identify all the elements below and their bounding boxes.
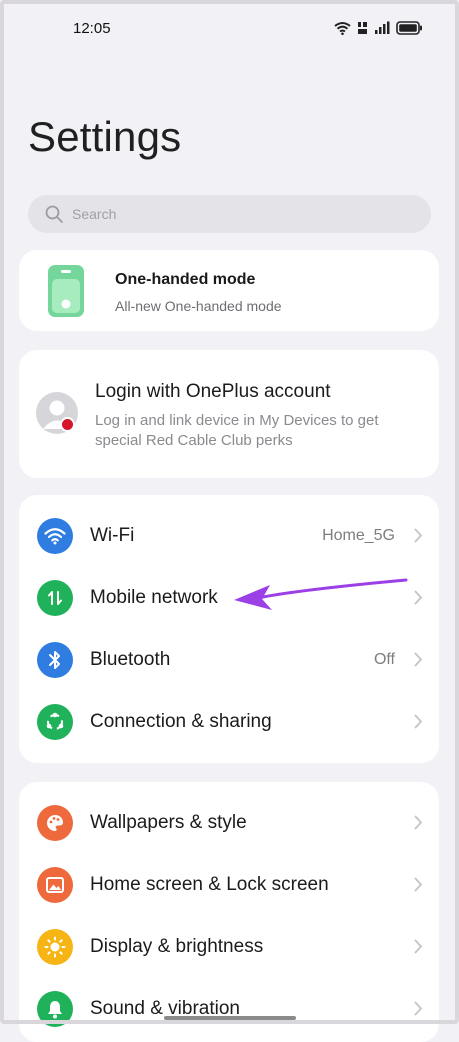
page-title: Settings: [28, 113, 182, 160]
notification-dot: [60, 417, 75, 432]
wifi-network-name: Home_5G: [322, 527, 395, 544]
chevron-right-icon: [414, 590, 423, 605]
connection-sharing-icon: [37, 704, 73, 740]
settings-item-label: Connection & sharing: [90, 711, 272, 732]
battery-icon: [396, 21, 422, 35]
settings-item-wifi[interactable]: Wi-Fi Home_5G: [19, 505, 439, 567]
annotation-arrow-icon: [234, 578, 408, 610]
settings-item-label: Display & brightness: [90, 936, 264, 957]
chevron-right-icon: [414, 1001, 423, 1016]
settings-item-label: Mobile network: [90, 587, 218, 608]
chevron-right-icon: [414, 939, 423, 954]
brightness-icon: [37, 929, 73, 965]
bluetooth-icon: [37, 642, 73, 678]
wifi-signal-icon: [334, 22, 351, 35]
image-icon: [37, 867, 73, 903]
search-icon: [45, 205, 63, 223]
home-indicator[interactable]: [164, 1016, 296, 1020]
chevron-right-icon: [414, 652, 423, 667]
settings-item-display-brightness[interactable]: Display & brightness: [19, 916, 439, 978]
personalization-settings-group: Wallpapers & style Home screen & Lock sc…: [19, 782, 439, 1042]
chevron-right-icon: [414, 714, 423, 729]
status-icons: [334, 19, 423, 37]
oneplus-account-card[interactable]: Login with OnePlus account Log in and li…: [19, 350, 439, 478]
chevron-right-icon: [414, 877, 423, 892]
settings-item-wallpapers-style[interactable]: Wallpapers & style: [19, 792, 439, 854]
bluetooth-status: Off: [373, 651, 395, 668]
settings-item-label: Bluetooth: [90, 649, 171, 670]
settings-item-bluetooth[interactable]: Bluetooth Off: [19, 629, 439, 691]
volte-icon: [358, 22, 367, 34]
one-handed-mode-subtitle: All-new One-handed mode: [115, 298, 282, 314]
chevron-right-icon: [414, 528, 423, 543]
bell-icon: [37, 991, 73, 1027]
settings-item-home-lock-screen[interactable]: Home screen & Lock screen: [19, 854, 439, 916]
palette-icon: [37, 805, 73, 841]
network-settings-group: Wi-Fi Home_5G Mobile network Bluetooth O…: [19, 495, 439, 763]
settings-item-label: Wi-Fi: [90, 525, 135, 546]
settings-item-label: Home screen & Lock screen: [90, 874, 329, 895]
one-handed-mode-card[interactable]: One-handed mode All-new One-handed mode: [19, 250, 439, 331]
settings-item-sound-vibration[interactable]: Sound & vibration: [19, 978, 439, 1040]
search-placeholder: Search: [72, 206, 117, 222]
mobile-data-icon: [37, 580, 73, 616]
status-time: 12:05: [73, 20, 111, 37]
one-handed-mode-title: One-handed mode: [115, 271, 256, 288]
status-bar: 12:05: [0, 0, 459, 58]
account-title: Login with OnePlus account: [95, 381, 331, 402]
settings-item-connection-sharing[interactable]: Connection & sharing: [19, 691, 439, 753]
search-input[interactable]: Search: [28, 195, 431, 233]
one-handed-mode-icon: [48, 265, 84, 317]
account-subtitle: Log in and link device in My Devices to …: [95, 412, 379, 449]
cell-signal-icon: [375, 21, 390, 34]
chevron-right-icon: [414, 815, 423, 830]
settings-item-label: Wallpapers & style: [90, 812, 247, 833]
wifi-icon: [37, 518, 73, 554]
